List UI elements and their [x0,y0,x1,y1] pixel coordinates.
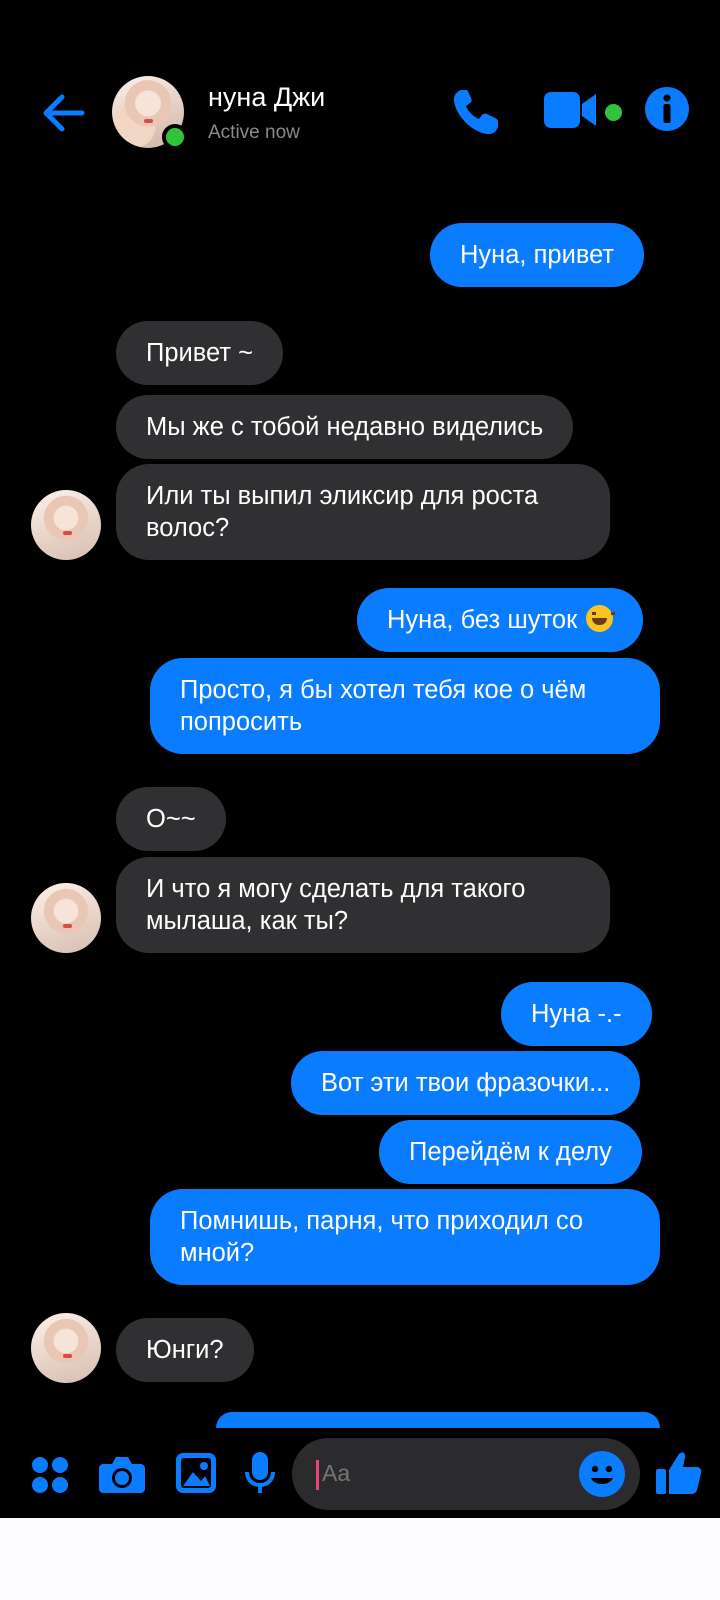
message-text-line: Или ты выпил эликсир для роста [146,482,539,510]
message-text-line: Помнишь, парня, что приходил со [180,1207,584,1235]
message-text: Вот эти твои фразочки... [321,1069,611,1097]
message-bubble-incoming[interactable]: Мы же с тобой недавно виделись [116,395,574,459]
message-text: Нуна, привет [460,241,615,269]
text-caret [316,1460,319,1490]
message-bubble-incoming[interactable]: Юнги? [116,1318,254,1382]
chat-header: нуна Джи Active now [0,60,720,170]
video-camera-icon[interactable] [544,90,600,130]
message-bubble-outgoing[interactable]: Перейдём к делу [379,1120,642,1184]
apps-menu-icon[interactable] [30,1455,70,1495]
message-text-line: волос? [146,514,230,542]
message-text: О~~ [146,805,196,833]
message-text: Перейдём к делу [409,1138,612,1166]
avatar-detail [143,119,153,124]
info-icon[interactable] [644,86,690,132]
message-bubble-incoming[interactable]: И что я могу сделать для такого мылаша, … [116,857,610,953]
message-text: Нуна -.- [531,1000,622,1028]
emoji-smile-icon[interactable] [578,1450,626,1498]
video-online-dot [605,104,622,121]
message-bubble-outgoing-partial[interactable] [216,1412,660,1428]
message-text: Мы же с тобой недавно виделись [146,413,544,441]
avatar-detail [62,530,72,535]
message-bubble-incoming[interactable]: О~~ [116,787,226,851]
sender-avatar[interactable] [31,490,101,560]
message-bubble-outgoing[interactable]: Просто, я бы хотел тебя кое о чём попрос… [150,658,660,754]
back-arrow-icon[interactable] [38,88,88,138]
message-text-line: мной? [180,1239,255,1267]
message-text: Привет ~ [146,339,254,367]
online-indicator [162,124,188,150]
system-navigation-area [0,1518,720,1600]
composer-toolbar [0,1428,720,1518]
message-text-line: мылаша, как ты? [146,907,349,935]
camera-icon[interactable] [99,1454,145,1494]
microphone-icon[interactable] [245,1452,275,1496]
message-text-line: попросить [180,708,303,736]
laughing-emoji-icon [586,605,616,632]
message-bubble-incoming[interactable]: Привет ~ [116,321,284,385]
sender-avatar[interactable] [31,1313,101,1383]
message-bubble-outgoing[interactable]: Вот эти твои фразочки... [291,1051,641,1115]
message-text-line: Просто, я бы хотел тебя кое о чём [180,676,587,704]
message-bubble-outgoing[interactable]: Нуна -.- [501,982,652,1046]
message-bubble-outgoing[interactable]: Помнишь, парня, что приходил со мной? [150,1189,660,1285]
message-text: Юнги? [146,1336,224,1364]
avatar-detail [62,923,72,928]
contact-name[interactable]: нуна Джи [208,82,325,113]
phone-icon[interactable] [450,86,502,138]
message-text-line: И что я могу сделать для такого [146,875,526,903]
sender-avatar[interactable] [31,883,101,953]
contact-avatar[interactable] [112,76,188,150]
thumbs-up-icon[interactable] [656,1450,702,1496]
avatar-detail [62,1353,72,1358]
active-status: Active now [208,122,300,143]
message-input[interactable] [322,1460,552,1487]
message-text: Нуна, без шуток [387,606,578,634]
message-bubble-outgoing[interactable]: Нуна, без шуток [357,588,644,652]
message-composer[interactable] [292,1438,640,1510]
message-bubble-incoming[interactable]: Или ты выпил эликсир для роста волос? [116,464,610,560]
gallery-image-icon[interactable] [176,1453,216,1493]
message-bubble-outgoing[interactable]: Нуна, привет [430,223,645,287]
